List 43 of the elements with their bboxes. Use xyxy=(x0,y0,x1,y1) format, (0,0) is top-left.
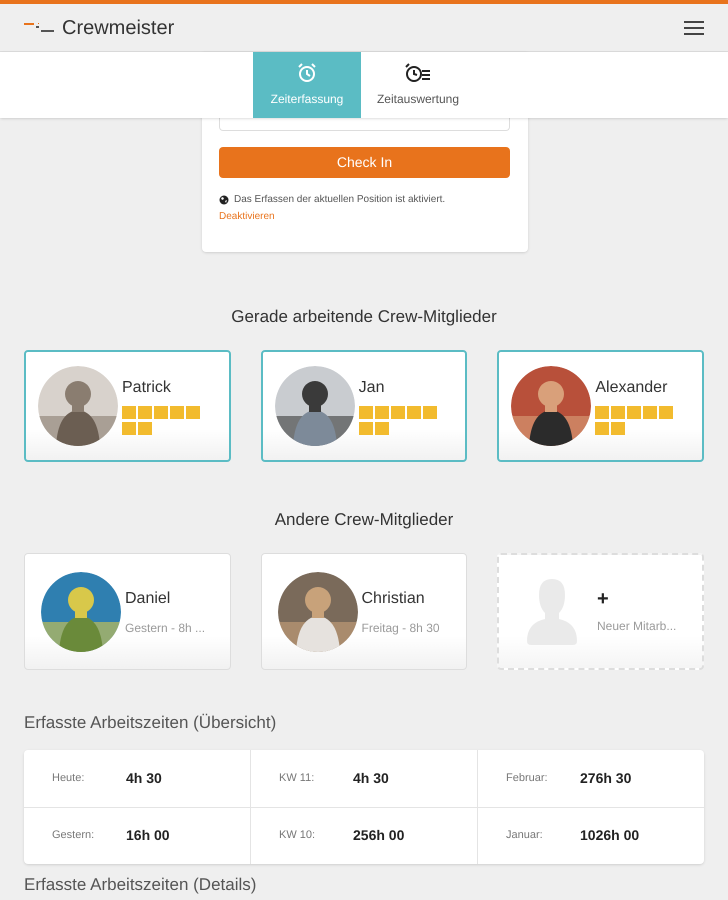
input-field[interactable] xyxy=(219,118,510,131)
stat-label: Februar: xyxy=(506,770,549,786)
stat-label: KW 10: xyxy=(279,828,316,844)
section-title: Gerade arbeitende Crew-Mitglieder xyxy=(230,306,498,328)
add-member-card[interactable]: + Neuer Mitarb... xyxy=(497,553,704,670)
stat-value: 1026h 00 xyxy=(580,826,640,845)
stat-label: Gestern: xyxy=(52,828,96,844)
member-name: + xyxy=(597,588,609,608)
member-name: Patrick xyxy=(122,378,172,398)
stat-value: 256h 00 xyxy=(353,826,404,845)
stat-label: Heute: xyxy=(52,770,86,786)
location-note: Das Erfassen der aktuellen Position ist aktiviert. xyxy=(234,193,446,207)
section-title: Erfasste Arbeitszeiten (Details) xyxy=(23,874,258,896)
logo-icon xyxy=(24,22,54,34)
member-card[interactable]: Daniel Gestern - 8h ... xyxy=(24,553,230,670)
member-subtitle: Freitag - 8h 30 xyxy=(362,620,440,636)
app-name: Crewmeister xyxy=(62,16,174,40)
member-subtitle: Gestern - 8h ... xyxy=(125,620,206,636)
member-name: Daniel xyxy=(125,588,170,608)
hours-blocks-icon xyxy=(122,406,202,436)
section-title: Andere Crew-Mitglieder xyxy=(274,508,454,530)
member-subtitle: Neuer Mitarb... xyxy=(597,618,676,634)
hours-blocks-icon xyxy=(358,406,439,436)
stat-value: 4h 30 xyxy=(353,768,389,788)
section-title: Erfasste Arbeitszeiten (Übersicht) xyxy=(23,712,278,734)
member-card[interactable]: Alexander xyxy=(497,350,704,462)
member-name: Christian xyxy=(362,588,425,608)
member-card[interactable]: Patrick xyxy=(24,350,231,462)
globe-icon xyxy=(219,194,229,204)
clock-list-icon xyxy=(404,62,432,84)
menu-icon[interactable] xyxy=(684,20,704,36)
stat-value: 276h 30 xyxy=(580,768,632,788)
member-name: Alexander xyxy=(595,378,668,398)
stat-value: 16h 00 xyxy=(126,826,170,845)
member-card[interactable]: Jan xyxy=(260,350,468,462)
alarm-clock-icon xyxy=(296,62,318,84)
member-card[interactable]: Christian Freitag - 8h 30 xyxy=(260,553,467,670)
stat-value: 4h 30 xyxy=(126,768,162,788)
tab[interactable]: Zeitauswertung xyxy=(361,52,475,118)
hours-blocks-icon xyxy=(595,406,676,436)
stat-label: Januar: xyxy=(506,828,544,844)
stat-label: KW 11: xyxy=(279,770,316,786)
member-name: Jan xyxy=(358,378,386,398)
